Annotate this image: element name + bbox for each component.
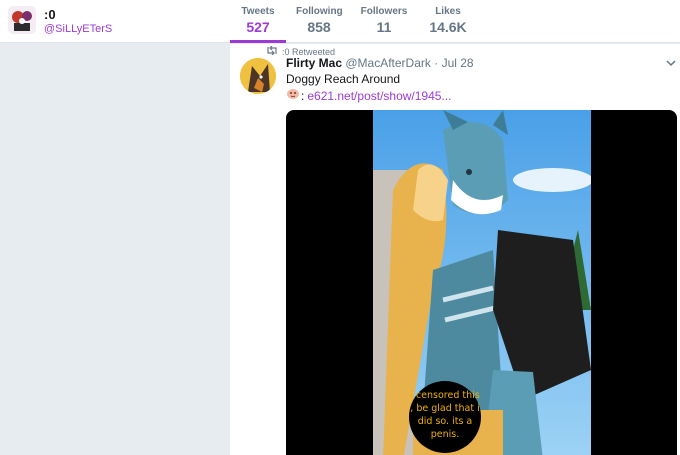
profile-name: :0 <box>44 7 56 22</box>
censor-note: i censored this , be glad that i did so.… <box>409 381 481 453</box>
tweet-author-name[interactable]: Flirty Mac <box>286 56 342 70</box>
tweet-author-handle[interactable]: @MacAfterDark <box>345 56 431 70</box>
stat-following-label: Following <box>296 6 343 17</box>
tweet-date[interactable]: Jul 28 <box>442 56 474 70</box>
stat-followers-label: Followers <box>360 6 408 17</box>
stat-likes-value: 14.6K <box>429 19 467 35</box>
stat-following[interactable]: Following 858 <box>296 6 343 35</box>
tweet-link-row: : e621.net/post/show/1945... <box>286 88 451 103</box>
stat-likes[interactable]: Likes 14.6K <box>426 6 470 35</box>
profile-handle[interactable]: @SiLLyETerS <box>44 23 112 35</box>
stat-likes-label: Likes <box>435 6 461 17</box>
chevron-down-icon[interactable] <box>664 56 678 70</box>
stat-following-value: 858 <box>307 19 331 35</box>
face-emoji-icon <box>286 88 300 103</box>
stat-tweets[interactable]: Tweets 527 <box>240 6 276 35</box>
profile-avatar[interactable] <box>8 6 36 34</box>
tweet-header: Flirty Mac @MacAfterDark · Jul 28 <box>286 56 474 70</box>
tweet-separator: · <box>434 56 439 70</box>
profile-header-bar: :0 @SiLLyETerS Tweets 527 Following 858 … <box>0 0 680 43</box>
tweet-link[interactable]: e621.net/post/show/1945... <box>307 89 451 103</box>
active-tab-underline <box>230 40 286 43</box>
stat-followers-value: 11 <box>376 19 392 35</box>
tweet-link-colon: : <box>301 88 305 103</box>
tweet-media[interactable]: i censored this , be glad that i did so.… <box>286 110 677 455</box>
timeline: :0 Retweeted Flirty Mac @MacAfterDark · … <box>230 44 680 455</box>
stat-tweets-label: Tweets <box>241 6 275 17</box>
retweet-text: :0 Retweeted <box>282 46 336 57</box>
tweet-media-artwork <box>373 110 591 455</box>
stat-tweets-value: 527 <box>246 19 270 35</box>
retweet-icon <box>266 45 278 57</box>
tweet-author-avatar[interactable] <box>240 58 276 94</box>
stat-followers[interactable]: Followers 11 <box>360 6 408 35</box>
tweet-text: Doggy Reach Around <box>286 72 401 86</box>
